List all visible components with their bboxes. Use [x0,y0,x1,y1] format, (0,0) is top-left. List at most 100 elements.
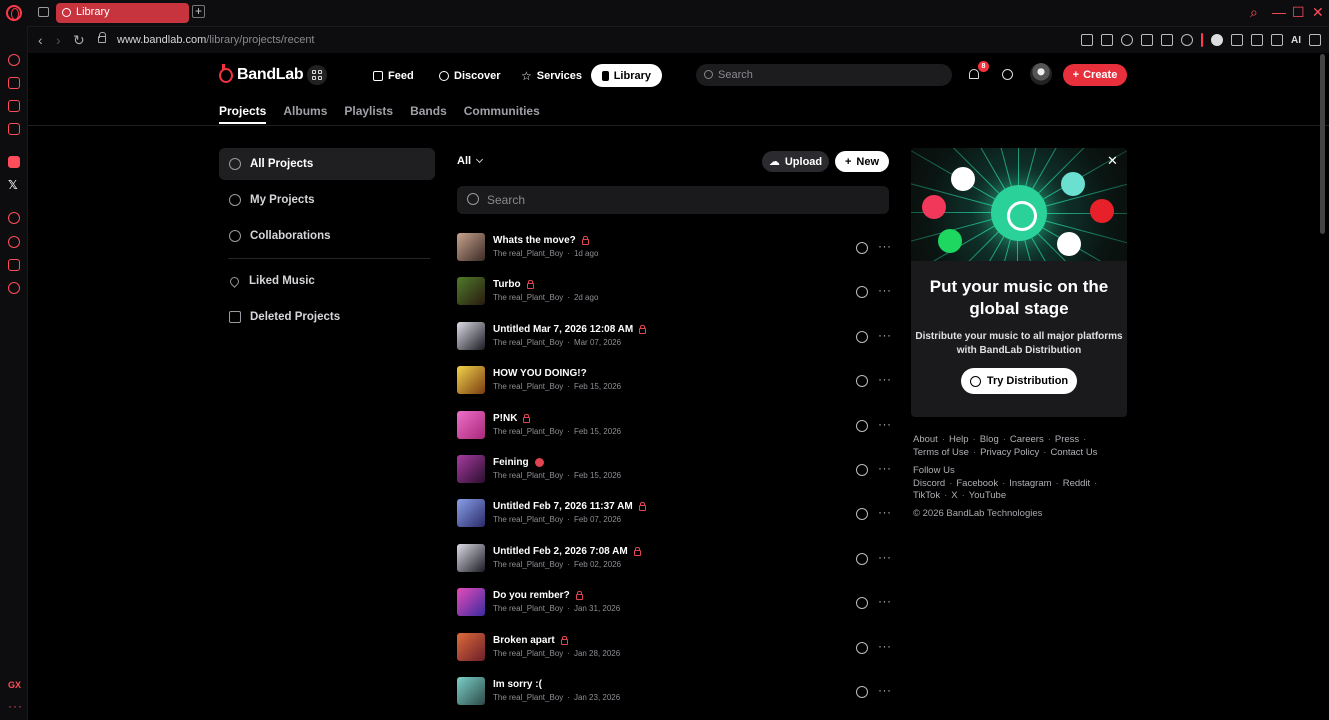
extensions-icon[interactable] [8,259,20,271]
download-icon[interactable] [1271,34,1283,46]
nav-discover[interactable]: Discover [428,64,511,87]
project-owner[interactable]: The real_Plant_Boy [493,249,563,258]
project-row[interactable]: Whats the move? The real_Plant_Boy · 1d ago… [457,233,891,263]
project-owner[interactable]: The real_Plant_Boy [493,427,563,436]
more-options-icon[interactable]: ··· [878,328,892,342]
user-avatar[interactable] [1030,63,1052,85]
project-title[interactable]: Im sorry :( [493,679,542,690]
footer-link[interactable]: Discord [913,478,945,489]
collaborate-icon[interactable] [856,242,868,254]
project-owner[interactable]: The real_Plant_Boy [493,560,563,569]
project-thumbnail[interactable] [457,411,485,439]
new-tab-button[interactable]: + [192,5,205,18]
project-row[interactable]: Turbo The real_Plant_Boy · 2d ago ··· [457,277,892,307]
project-thumbnail[interactable] [457,233,485,261]
project-row[interactable]: Do you rember? The real_Plant_Boy · Jan 31,… [457,588,891,618]
shopping-bag-icon[interactable] [8,77,20,89]
collaborate-icon[interactable] [856,597,868,609]
more-options-icon[interactable]: ··· [878,683,892,697]
project-row[interactable]: Untitled Mar 7, 2026 12:08 AM The real_Pl… [457,322,892,352]
project-thumbnail[interactable] [457,544,485,572]
footer-link[interactable]: YouTube [969,490,1006,501]
project-title[interactable]: Untitled Mar 7, 2026 12:08 AM [493,324,647,335]
crop-icon[interactable] [1101,34,1113,46]
project-thumbnail[interactable] [457,677,485,705]
minimize-icon[interactable]: — [1272,4,1286,20]
project-thumbnail[interactable] [457,322,485,350]
spotify-icon[interactable] [8,212,20,224]
url-field[interactable]: www.bandlab.com/library/projects/recent [117,34,315,46]
left-item-my-projects[interactable]: My Projects [219,184,435,216]
footer-link[interactable]: Press [1055,434,1079,445]
footer-link[interactable]: X [951,490,957,501]
more-options-icon[interactable]: ··· [878,550,892,564]
close-window-icon[interactable]: ✕ [1312,4,1324,21]
project-title[interactable]: Do you rember? [493,590,583,601]
page-scrollbar[interactable] [1320,54,1325,234]
project-thumbnail[interactable] [457,588,485,616]
try-distribution-button[interactable]: Try Distribution [961,368,1077,394]
project-row[interactable]: Untitled Feb 2, 2026 7:08 AM The real_Pla… [457,544,892,574]
settings-gear-icon[interactable] [8,282,20,294]
collaborate-icon[interactable] [856,642,868,654]
messages-icon[interactable] [1002,69,1013,80]
collaborate-icon[interactable] [856,686,868,698]
left-item-deleted-projects[interactable]: Deleted Projects [219,301,435,333]
project-thumbnail[interactable] [457,499,485,527]
menu-icon[interactable] [1309,34,1321,46]
news-icon[interactable] [8,100,20,112]
opera-menu-icon[interactable] [6,5,22,21]
twitch-icon[interactable] [8,156,20,168]
footer-link[interactable]: Privacy Policy [980,447,1039,458]
browser-tab-library[interactable]: Library [56,3,189,23]
project-row[interactable]: Feining The real_Plant_Boy · Feb 15, 2026 ··… [457,455,892,485]
collaborate-icon[interactable] [856,553,868,565]
more-options-icon[interactable]: ··· [878,505,892,519]
upload-button[interactable]: ☁ Upload [762,151,829,172]
collaborate-icon[interactable] [856,508,868,520]
project-owner[interactable]: The real_Plant_Boy [493,382,563,391]
heart-icon[interactable] [1181,34,1193,46]
tab-playlists[interactable]: Playlists [344,104,393,118]
shield-icon[interactable] [1121,34,1133,46]
play-icon[interactable] [1161,34,1173,46]
more-options-icon[interactable]: ··· [878,372,892,386]
lock-extension-icon[interactable] [1251,34,1263,46]
project-title[interactable]: HOW YOU DOING!? [493,368,587,379]
new-project-button[interactable]: + New [835,151,889,172]
project-title[interactable]: Untitled Feb 7, 2026 11:37 AM [493,501,646,512]
more-options-icon[interactable]: ··· [878,417,892,431]
project-title[interactable]: Untitled Feb 2, 2026 7:08 AM [493,546,641,557]
footer-link[interactable]: Terms of Use [913,447,969,458]
more-options-icon[interactable]: ··· [878,283,892,297]
tab-albums[interactable]: Albums [283,104,327,118]
footer-link[interactable]: TikTok [913,490,940,501]
project-title[interactable]: Turbo [493,279,534,290]
global-search-input[interactable] [718,66,938,84]
more-options-icon[interactable]: ··· [878,639,892,653]
puzzle-icon[interactable] [1231,34,1243,46]
collaborate-icon[interactable] [856,286,868,298]
project-title[interactable]: P!NK [493,413,531,424]
left-item-collaborations[interactable]: Collaborations [219,220,435,252]
projects-search-input[interactable] [487,191,877,209]
projects-filter-dropdown[interactable]: All [457,155,484,167]
footer-link[interactable]: Instagram [1009,478,1051,489]
project-row[interactable]: P!NK The real_Plant_Boy · Feb 15, 2026 ··· [457,411,892,441]
project-owner[interactable]: The real_Plant_Boy [493,693,563,702]
nav-library[interactable]: Library [591,64,662,87]
project-row[interactable]: HOW YOU DOING!? The real_Plant_Boy · Feb 15… [457,366,892,396]
browser-search-icon[interactable]: ⌕ [1250,4,1258,21]
project-owner[interactable]: The real_Plant_Boy [493,471,563,480]
project-thumbnail[interactable] [457,366,485,394]
project-title[interactable]: Broken apart [493,635,568,646]
profile-extension-icon[interactable] [1211,34,1223,46]
x-icon[interactable]: 𝕏 [8,179,20,191]
nav-services[interactable]: ☆ Services [510,64,593,87]
projects-search[interactable] [457,186,889,214]
project-owner[interactable]: The real_Plant_Boy [493,338,563,347]
project-thumbnail[interactable] [457,633,485,661]
footer-link[interactable]: Facebook [956,478,998,489]
forward-icon[interactable]: › [56,32,61,48]
more-options-icon[interactable]: ··· [878,461,892,475]
